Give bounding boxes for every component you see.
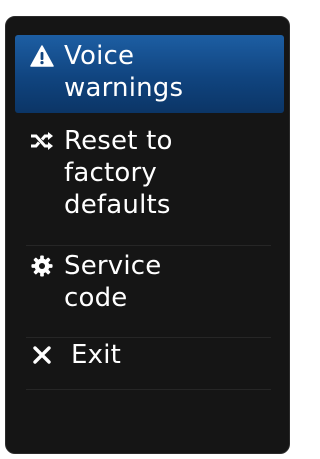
gear-icon [29,250,55,282]
shuffle-icon [29,125,55,157]
settings-menu: Voice warnings Reset to factory defaults [5,16,290,454]
menu-item-service-code[interactable]: Service code [15,249,284,335]
menu-item-label: Reset to factory defaults [64,126,173,220]
divider [26,337,271,338]
divider [26,389,271,390]
menu-item-exit[interactable]: Exit [15,337,284,387]
divider [26,245,271,246]
menu-item-reset-factory-defaults[interactable]: Reset to factory defaults [15,124,284,242]
warning-triangle-icon [29,40,55,72]
close-icon [29,339,55,371]
menu-item-label: Service code [64,251,162,313]
menu-item-voice-warnings[interactable]: Voice warnings [15,35,284,113]
menu-item-label: Voice warnings [64,41,184,103]
menu-item-label: Exit [71,340,122,370]
